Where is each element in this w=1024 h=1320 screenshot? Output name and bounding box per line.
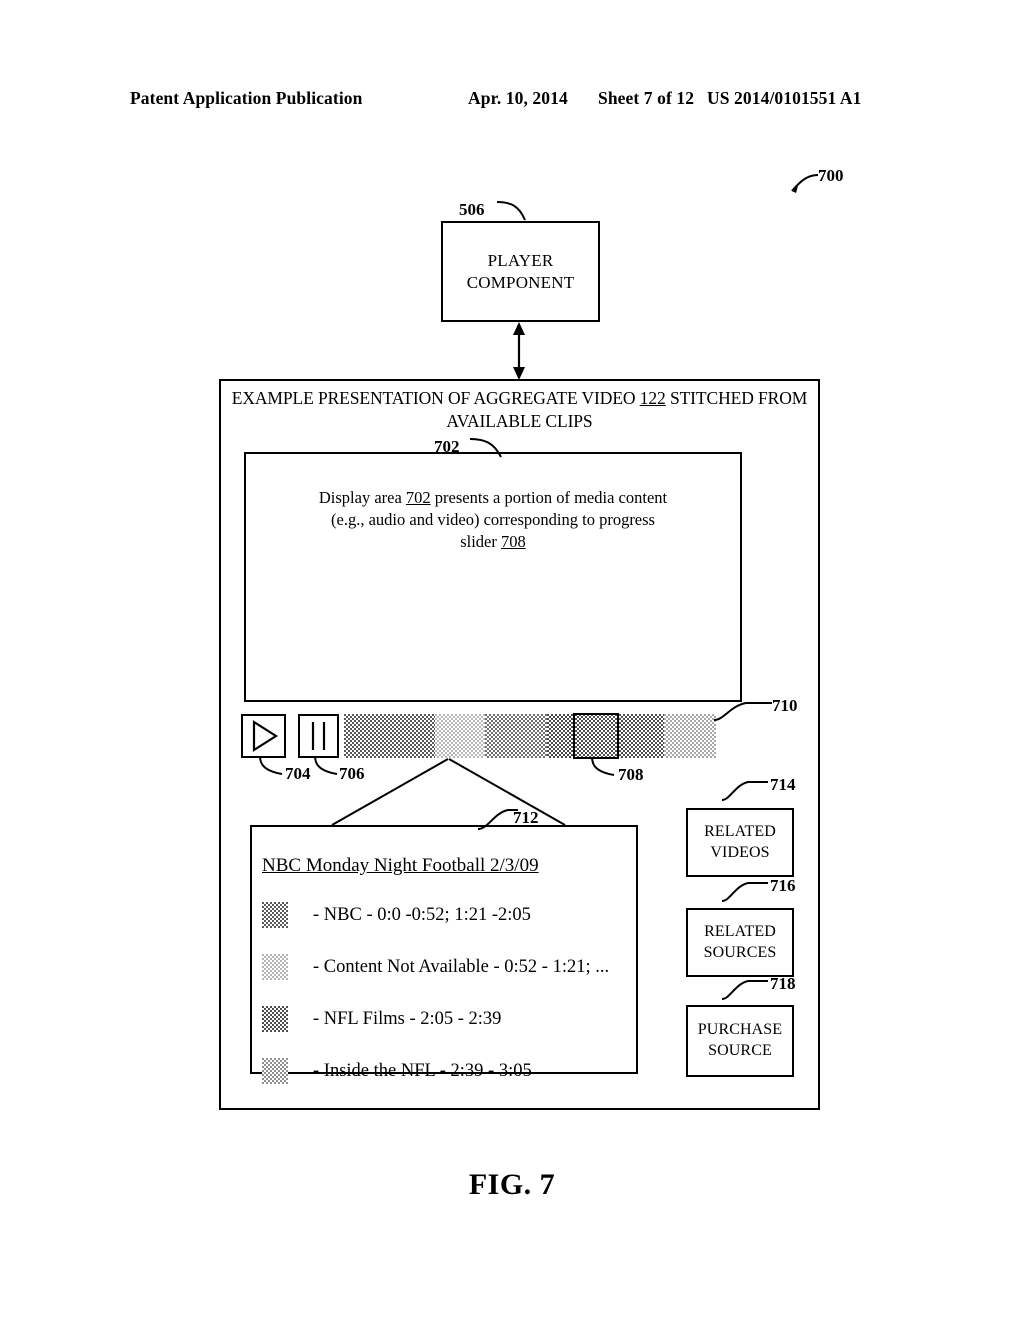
play-button[interactable] (241, 714, 286, 758)
ref-716-leader-icon (721, 879, 770, 903)
display-text-b: presents a portion of media content (430, 488, 668, 507)
ref-716-label: 716 (770, 876, 796, 895)
figure-caption: FIG. 7 (468, 1168, 556, 1201)
panel-title-part-a: EXAMPLE PRESENTATION OF AGGREGATE VIDEO (231, 388, 640, 408)
display-text-line2: (e.g., audio and video) corresponding to… (331, 509, 655, 529)
ref-714-leader-icon (721, 778, 770, 802)
player-component-label: PLAYER COMPONENT (466, 250, 575, 292)
connector-double-arrow-icon (505, 322, 533, 380)
display-text-ref-702: 702 (405, 488, 431, 507)
ref-710-label: 710 (772, 696, 798, 715)
related-sources-button[interactable]: RELATED SOURCES (686, 908, 794, 977)
publication-label: Patent Application Publication (130, 88, 363, 108)
related-sources-label: RELATED SOURCES (703, 922, 777, 961)
pause-bars-icon (311, 722, 326, 750)
figure-ref-700-leader-icon (782, 172, 819, 198)
panel-title-ref-122: 122 (639, 388, 666, 408)
related-videos-button[interactable]: RELATED VIDEOS (686, 808, 794, 877)
ref-708-label: 708 (618, 765, 644, 784)
progress-segment-3[interactable] (485, 714, 547, 758)
ref-506-label: 506 (459, 200, 485, 219)
purchase-source-button[interactable]: PURCHASE SOURCE (686, 1005, 794, 1077)
progress-segment-6[interactable] (663, 714, 716, 758)
figure-ref-700: 700 (818, 166, 844, 185)
ref-714-label: 714 (770, 775, 796, 794)
ref-718-label: 718 (770, 974, 796, 993)
legend-item: - Inside the NFL - 2:39 - 3:05 (262, 1045, 632, 1097)
pause-button[interactable] (298, 714, 339, 758)
legend-item-list: - NBC - 0:0 -0:52; 1:21 -2:05 - Content N… (262, 889, 632, 1097)
legend-item-text: - Content Not Available - 0:52 - 1:21; .… (313, 956, 610, 977)
progress-segment-1[interactable] (344, 714, 436, 758)
legend-item-text: - Inside the NFL - 2:39 - 3:05 (313, 1060, 532, 1081)
legend-swatch-3 (262, 1006, 288, 1032)
display-text-a: Display area (318, 488, 406, 507)
legend-item-text: - NBC - 0:0 -0:52; 1:21 -2:05 (313, 904, 531, 925)
progress-slider-thumb[interactable] (573, 713, 619, 759)
ref-704-label: 704 (285, 764, 311, 783)
progress-slider-track[interactable] (344, 714, 716, 758)
progress-segment-2[interactable] (435, 714, 486, 758)
legend-title: NBC Monday Night Football 2/3/09 (262, 855, 539, 876)
page-header: Patent Application Publication Apr. 10, … (130, 88, 894, 112)
legend-item: - NFL Films - 2:05 - 2:39 (262, 993, 632, 1045)
legend-item-text: - NFL Films - 2:05 - 2:39 (313, 1008, 502, 1029)
sheet-number: Sheet 7 of 12 (598, 88, 695, 108)
play-triangle-icon (252, 719, 279, 753)
clip-legend-box: NBC Monday Night Football 2/3/09 - NBC -… (250, 825, 638, 1084)
legend-item: - NBC - 0:0 -0:52; 1:21 -2:05 (262, 889, 632, 941)
publication-date: Apr. 10, 2014 (468, 88, 568, 108)
purchase-source-label: PURCHASE SOURCE (697, 1021, 783, 1059)
legend-swatch-2 (262, 954, 288, 980)
legend-leader-left-icon (330, 757, 450, 827)
ref-710-leader-icon (713, 698, 774, 722)
display-text-ref-708: 708 (501, 531, 526, 551)
legend-swatch-4 (262, 1058, 288, 1084)
patent-number: US 2014/0101551 A1 (707, 88, 862, 108)
player-component-box: PLAYER COMPONENT (441, 221, 600, 322)
panel-title-line2: AVAILABLE CLIPS (446, 411, 593, 432)
video-display-area[interactable]: Display area 702 presents a portion of m… (244, 452, 742, 702)
presentation-panel-title: EXAMPLE PRESENTATION OF AGGREGATE VIDEO … (221, 387, 818, 434)
display-text-line3-a: slider (460, 531, 502, 551)
display-area-description: Display area 702 presents a portion of m… (246, 487, 740, 553)
legend-swatch-1 (262, 902, 288, 928)
legend-item: - Content Not Available - 0:52 - 1:21; .… (262, 941, 632, 993)
panel-title-part-b: STITCHED FROM (665, 388, 808, 408)
ref-718-leader-icon (721, 977, 770, 1001)
related-videos-label: RELATED VIDEOS (704, 822, 776, 861)
